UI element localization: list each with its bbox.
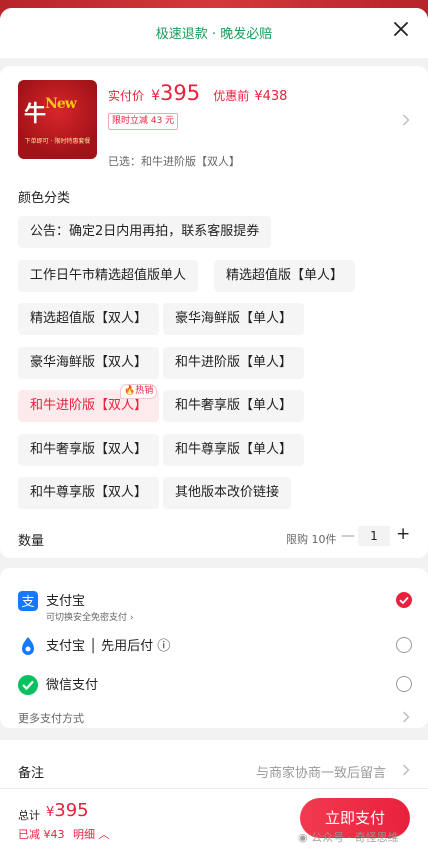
note-input[interactable]: 与商家协商一致后留言 — [256, 762, 386, 781]
variant-chip-label: 和牛进阶版【双人】 — [30, 398, 148, 413]
discount-badge: 限时立减 43 元 — [108, 113, 179, 130]
header-title: 极速退款 · 晚发必赔 — [155, 27, 273, 42]
flame-icon: 🔥 — [124, 386, 136, 396]
payment-option-alipay-later[interactable]: 支付宝 │ 先用后付 ⓘ — [0, 627, 428, 661]
price-currency: ¥ — [151, 88, 161, 104]
price-label: 实付价 — [108, 89, 145, 103]
watermark: ◉ 公众号 · 奇怪思维 — [298, 831, 399, 844]
variant-chip[interactable]: 其他版本改价链接 — [163, 477, 292, 509]
note-label: 备注 — [18, 766, 45, 781]
product-thumbnail[interactable]: 牛New 下单即可 · 限时特惠套餐 — [18, 80, 97, 159]
thumbnail-logo: 牛New — [24, 96, 77, 127]
saved-amount: 已减 ¥43 — [18, 828, 65, 841]
variant-chip[interactable]: 豪华海鲜版【双人】 — [18, 347, 160, 379]
chevron-right-icon[interactable] — [402, 764, 410, 776]
wechat-icon: ◉ — [298, 831, 308, 844]
quantity-input[interactable]: 1 — [358, 526, 390, 546]
payment-name: 支付宝 │ 先用后付 ⓘ — [46, 639, 171, 654]
variant-chip[interactable]: 豪华海鲜版【单人】 — [163, 303, 305, 335]
checkout-sheet: 极速退款 · 晚发必赔 牛New 下单即可 · 限时特惠套餐 实付价 ¥395 … — [0, 8, 428, 848]
hot-badge: 🔥热销 — [120, 384, 158, 399]
total-price: ¥395 — [46, 800, 89, 821]
total-value: 395 — [54, 800, 89, 821]
payment-name: 微信支付 — [46, 678, 99, 693]
variant-section-title: 颜色分类 — [18, 191, 71, 206]
purchase-limit: 限购 10件 — [286, 533, 337, 546]
radio-selected[interactable] — [396, 592, 412, 608]
payment-option-wechat[interactable]: 微信支付 — [0, 666, 428, 700]
payment-name: 支付宝 — [46, 594, 86, 609]
variant-chip[interactable]: 和牛尊享版【双人】 — [18, 477, 160, 509]
price-detail-toggle[interactable]: 明细 ︿ — [73, 826, 110, 842]
variant-chip-selected[interactable]: 和牛进阶版【双人】 🔥热销 — [18, 384, 160, 422]
check-icon — [399, 596, 409, 605]
thumbnail-caption: 下单即可 · 限时特惠套餐 — [24, 138, 91, 145]
note-and-footer: 备注 与商家协商一致后留言 总计 ¥395 已减 ¥43 明细 ︿ 立即支付 ◉… — [0, 740, 428, 848]
original-price: ¥438 — [254, 89, 288, 104]
selected-variant: 已选：和牛进阶版【双人】 — [108, 155, 240, 168]
quantity-minus-button[interactable]: — — [341, 528, 355, 544]
chevron-right-icon[interactable] — [402, 711, 410, 723]
price-row: 实付价 ¥395 优惠前 ¥438 — [108, 81, 287, 105]
product-card: 牛New 下单即可 · 限时特惠套餐 实付价 ¥395 优惠前 ¥438 限时立… — [0, 66, 428, 558]
price-value: 395 — [160, 81, 201, 105]
variant-chip-notice[interactable]: 公告：确定2日内用再拍，联系客服提券 — [18, 216, 272, 248]
wechat-pay-icon — [18, 675, 38, 695]
variant-chip[interactable]: 精选超值版【双人】 — [18, 303, 160, 335]
more-payment-methods[interactable]: 更多支付方式 — [18, 710, 84, 726]
variant-chip[interactable]: 工作日午市精选超值版单人 — [18, 260, 199, 292]
chevron-right-icon[interactable] — [402, 114, 410, 126]
original-price-label: 优惠前 — [213, 89, 250, 103]
alipay-icon: 支 — [18, 591, 38, 611]
svg-text:支: 支 — [21, 595, 34, 610]
radio-unselected[interactable] — [396, 637, 412, 653]
payment-option-alipay[interactable]: 支 支付宝 可切换安全免密支付 › — [0, 582, 428, 623]
total-label: 总计 — [18, 809, 40, 822]
divider — [0, 788, 428, 789]
variant-chip[interactable]: 和牛尊享版【单人】 — [163, 434, 305, 466]
sheet-header: 极速退款 · 晚发必赔 — [0, 8, 428, 58]
payment-card: 支 支付宝 可切换安全免密支付 › 支付宝 │ 先用后付 ⓘ 微信支付 更多支付… — [0, 568, 428, 728]
alipay-later-icon — [22, 637, 34, 655]
variant-chip[interactable]: 和牛进阶版【单人】 — [163, 347, 305, 379]
variant-chip[interactable]: 和牛奢享版【双人】 — [18, 434, 160, 466]
quantity-plus-button[interactable]: + — [396, 524, 410, 544]
payment-subtitle[interactable]: 可切换安全免密支付 › — [46, 610, 133, 623]
variant-chip[interactable]: 和牛奢享版【单人】 — [163, 390, 305, 422]
variant-chip[interactable]: 精选超值版【单人】 — [214, 260, 356, 292]
close-icon[interactable] — [392, 20, 410, 38]
radio-unselected[interactable] — [396, 676, 412, 692]
quantity-label: 数量 — [18, 534, 45, 549]
